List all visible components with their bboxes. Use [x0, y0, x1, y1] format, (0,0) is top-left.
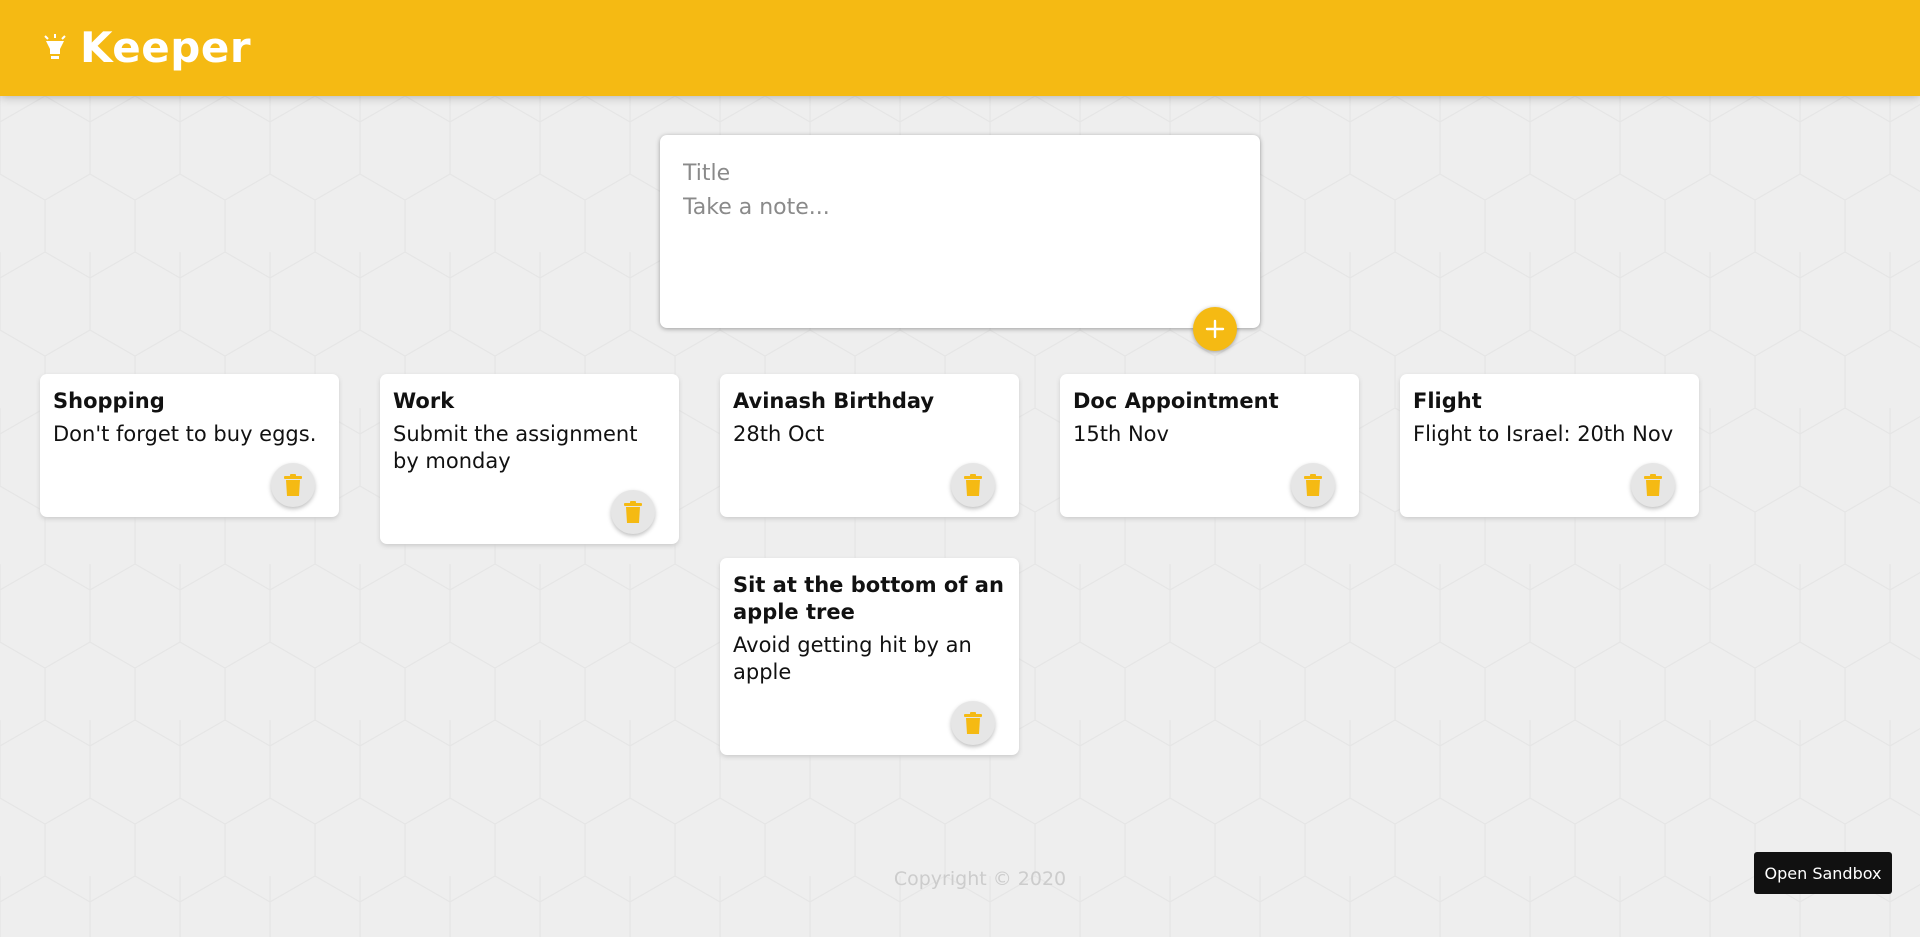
create-note-form — [660, 135, 1260, 328]
open-sandbox-button[interactable]: Open Sandbox — [1754, 852, 1892, 894]
delete-note-button[interactable] — [271, 463, 315, 507]
copyright-text: Copyright © 2020 — [893, 868, 1067, 890]
delete-note-button[interactable] — [951, 701, 995, 745]
note-title: Doc Appointment — [1073, 389, 1279, 413]
delete-note-button[interactable] — [1291, 463, 1335, 507]
trash-icon — [964, 474, 982, 496]
trash-icon — [1304, 474, 1322, 496]
note-card: Flight Flight to Israel: 20th Nov — [1400, 374, 1699, 517]
note-title: Sit at the bottom of an apple tree — [733, 573, 1004, 624]
note-content: Submit the assignment by monday — [393, 422, 638, 473]
add-note-button[interactable] — [1193, 307, 1237, 351]
trash-icon — [964, 712, 982, 734]
note-title: Work — [393, 389, 455, 413]
note-content: 28th Oct — [733, 422, 825, 446]
note-content: Avoid getting hit by an apple — [733, 633, 972, 684]
footer: Copyright © 2020 — [0, 868, 1920, 890]
delete-note-button[interactable] — [611, 490, 655, 534]
note-content: Flight to Israel: 20th Nov — [1413, 422, 1674, 446]
app-header: Keeper — [0, 0, 1920, 96]
app-title: Keeper — [80, 23, 252, 72]
note-title: Shopping — [53, 389, 165, 413]
note-card: Shopping Don't forget to buy eggs. — [40, 374, 339, 517]
delete-note-button[interactable] — [1631, 463, 1675, 507]
trash-icon — [1644, 474, 1662, 496]
trash-icon — [624, 501, 642, 523]
note-title: Flight — [1413, 389, 1482, 413]
note-title-input[interactable] — [683, 157, 1223, 189]
note-card: Avinash Birthday 28th Oct — [720, 374, 1019, 517]
note-content: Don't forget to buy eggs. — [53, 422, 317, 446]
plus-icon — [1205, 319, 1225, 339]
delete-note-button[interactable] — [951, 463, 995, 507]
note-card: Doc Appointment 15th Nov — [1060, 374, 1359, 517]
trash-icon — [284, 474, 302, 496]
note-title: Avinash Birthday — [733, 389, 935, 413]
note-content: 15th Nov — [1073, 422, 1169, 446]
lightbulb-icon — [44, 34, 66, 59]
note-content-input[interactable] — [683, 195, 1223, 295]
note-card: Sit at the bottom of an apple tree Avoid… — [720, 558, 1019, 755]
note-card: Work Submit the assignment by monday — [380, 374, 679, 544]
